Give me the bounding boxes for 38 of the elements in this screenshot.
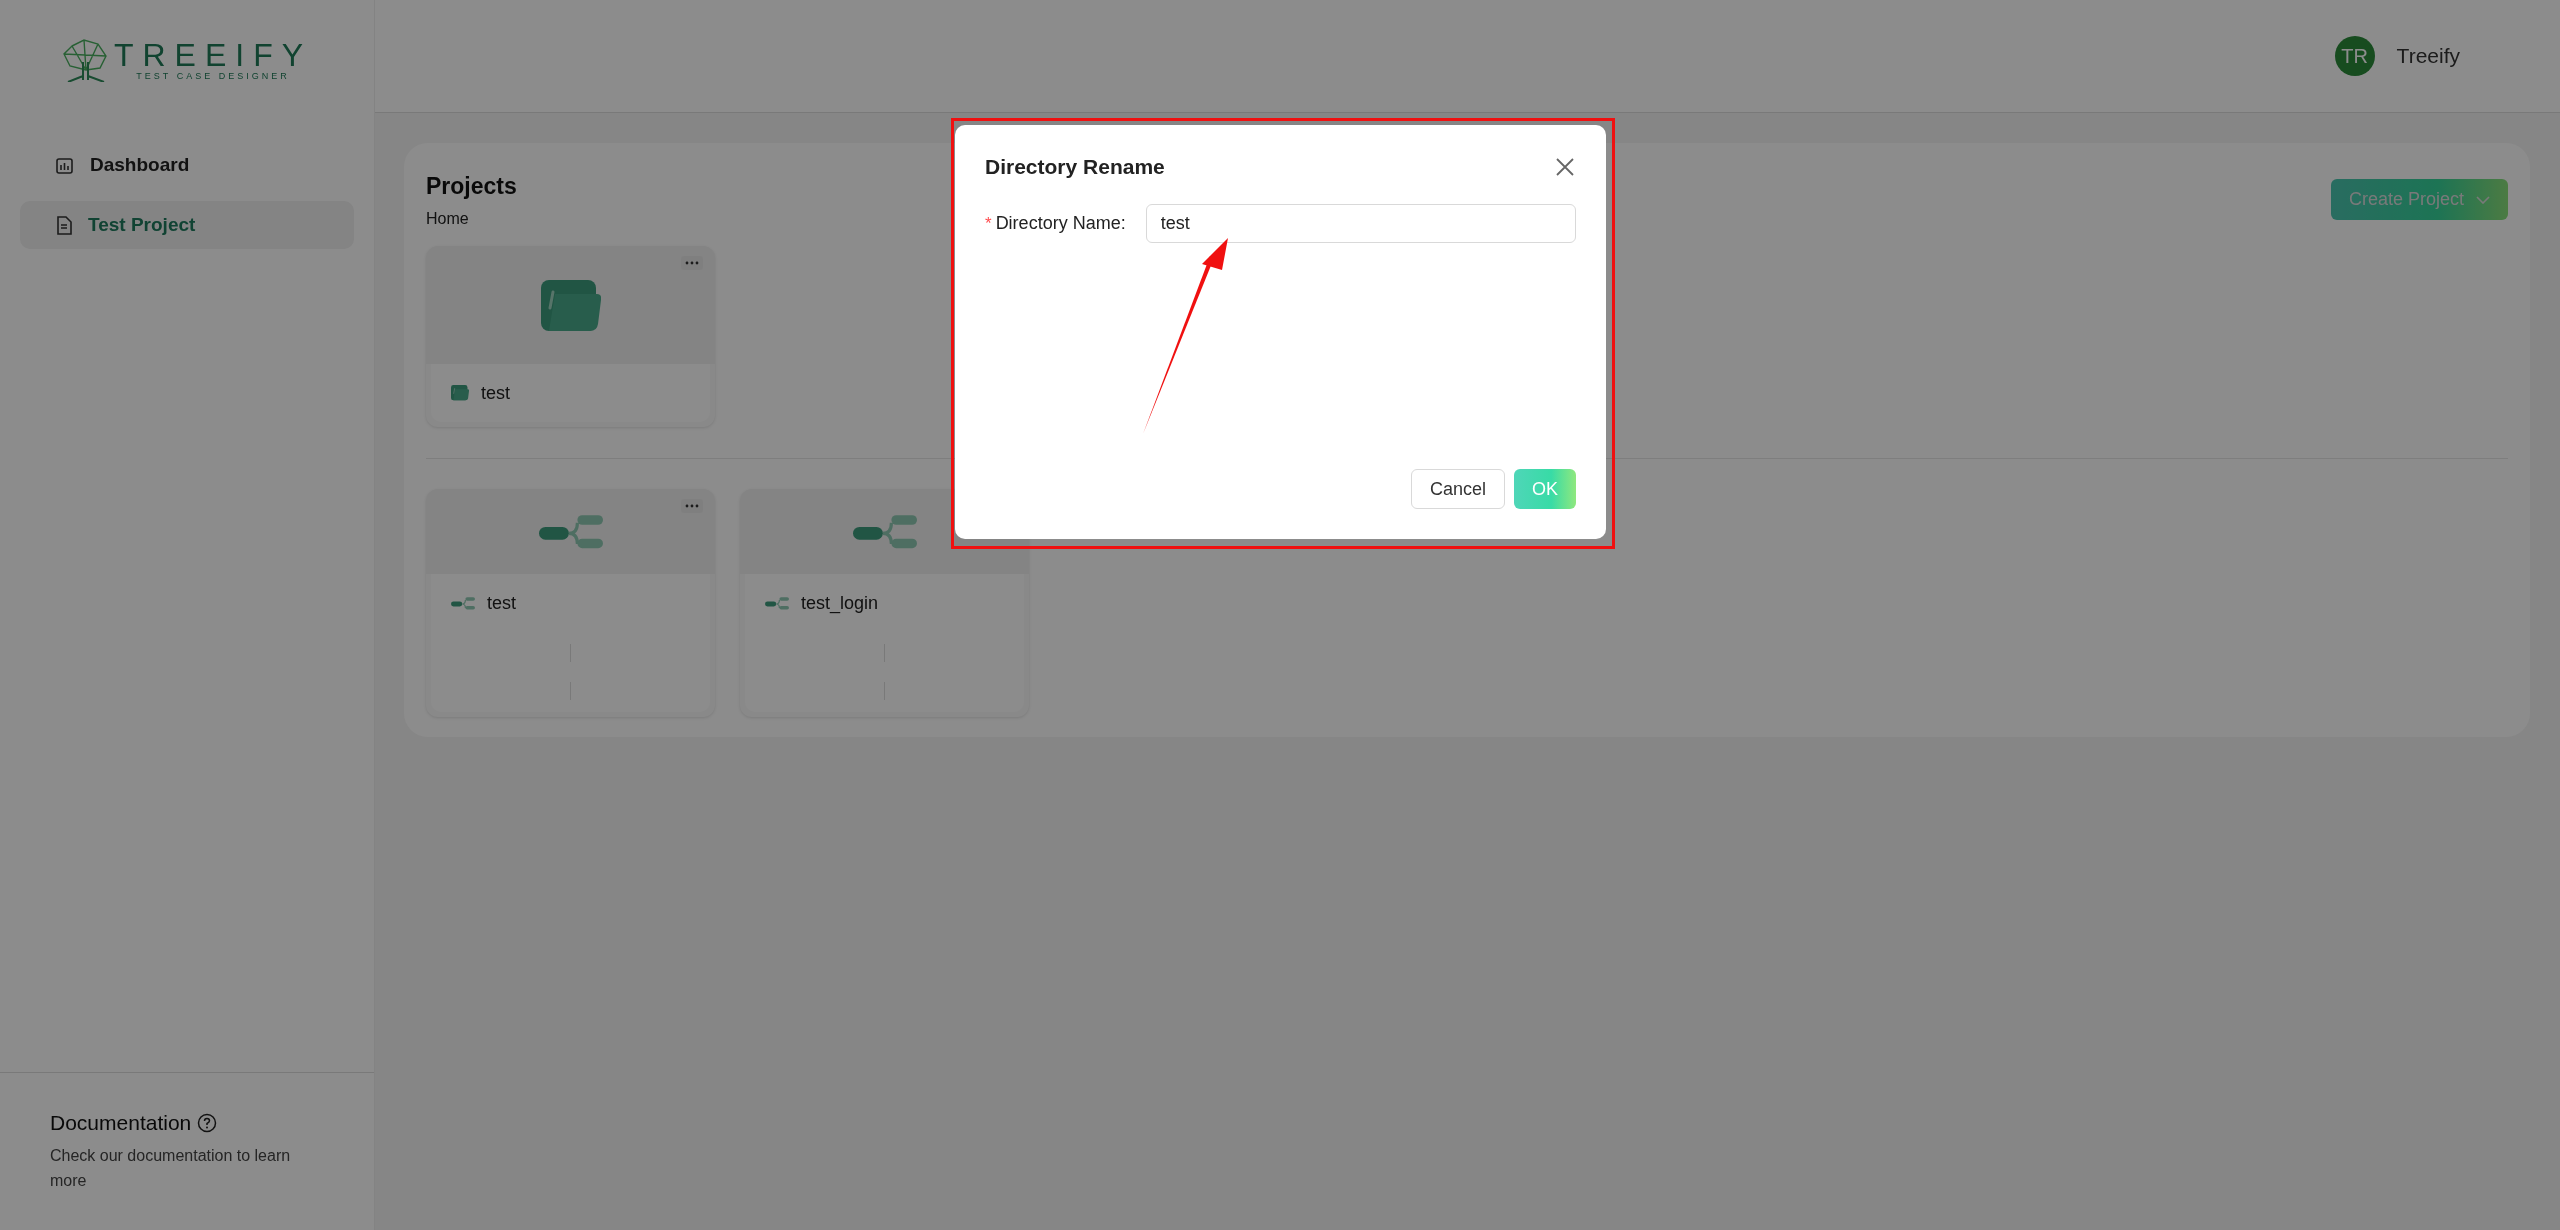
mind-map-name: test_login [801,592,879,614]
field-label: Directory Name: [995,213,1127,234]
directory-name-field[interactable]: test [1145,204,1576,243]
folder-name: test [481,382,510,404]
nav-item[interactable]: Test Project [20,201,354,249]
breadcrumb[interactable]: Home [426,210,517,228]
documentation-text: Check our documentation to learn more [50,1146,292,1191]
mind-map-icon [451,595,475,611]
mind-map-icon [852,512,917,551]
close-button[interactable] [1554,156,1576,178]
user-avatar[interactable]: TR [2334,36,2375,76]
cancel-button[interactable]: Cancel [1410,469,1505,509]
more-icon [685,261,699,265]
more-button[interactable] [681,256,703,270]
brand-tagline: TEST CASE DESIGNER [136,70,290,81]
mind-map-card[interactable]: test_login [740,489,1029,717]
mind-map-icon [765,595,789,611]
folder-card[interactable]: test [426,246,715,427]
nav-item[interactable]: Dashboard [20,141,354,189]
user-name[interactable]: Treeify [2396,44,2460,68]
brand-name: TREEIFY [113,38,313,71]
mind-map-name: test [487,592,516,614]
chart-icon [56,156,74,174]
documentation-title: Documentation [50,1111,192,1135]
more-button[interactable] [681,499,703,513]
document-icon [56,215,72,235]
close-icon [1554,156,1576,178]
mind-map-icon [538,512,603,551]
folder-icon [451,385,469,401]
dialog-title: Directory Rename [985,155,1165,179]
tree-logo-icon [61,37,108,82]
folder-icon [540,279,601,331]
mind-map-card[interactable]: test [426,489,715,717]
page-title: Projects [426,173,517,200]
caret-icon [2476,195,2490,204]
more-icon [685,504,699,508]
required-mark: * [985,213,992,234]
help-icon[interactable] [197,1113,218,1133]
